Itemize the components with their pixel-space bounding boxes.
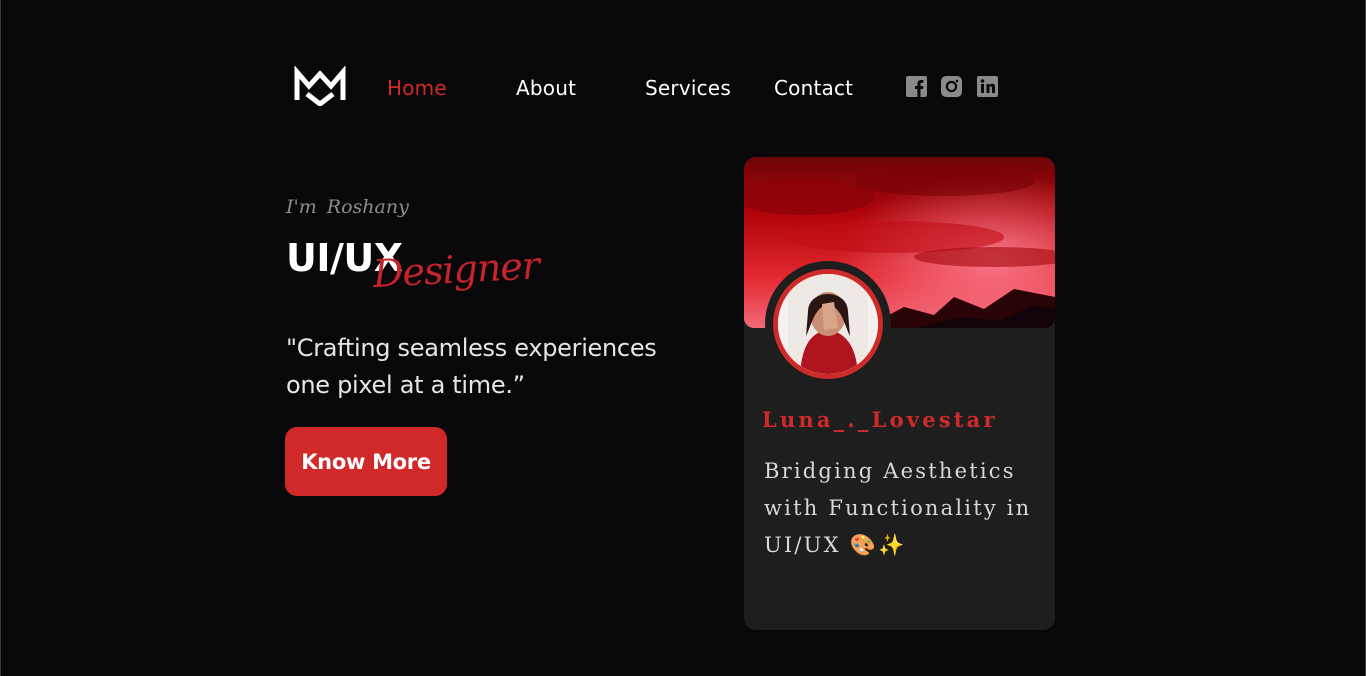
nav-contact-link[interactable]: Contact bbox=[774, 76, 853, 100]
know-more-button[interactable]: Know More bbox=[285, 427, 447, 496]
page-frame: Home About Services Contact I'm Roshany … bbox=[0, 0, 1366, 676]
instagram-icon[interactable] bbox=[941, 76, 962, 97]
nav-about-link[interactable]: About bbox=[516, 76, 576, 100]
intro-text: I'm Roshany bbox=[286, 196, 409, 218]
avatar-photo bbox=[778, 274, 878, 374]
nav-services-link[interactable]: Services bbox=[645, 76, 731, 100]
logo-icon[interactable] bbox=[294, 66, 346, 106]
profile-card: Luna_._Lovestar Bridging Aesthetics with… bbox=[744, 157, 1055, 630]
nav-home-link[interactable]: Home bbox=[387, 76, 447, 100]
avatar-ring bbox=[765, 261, 891, 387]
avatar[interactable] bbox=[773, 269, 883, 379]
profile-handle: Luna_._Lovestar bbox=[762, 407, 998, 432]
hero-tagline: "Crafting seamless experiences one pixel… bbox=[286, 334, 657, 399]
linkedin-icon[interactable] bbox=[977, 76, 998, 97]
hero-title-script: Designer bbox=[371, 243, 540, 296]
facebook-icon[interactable] bbox=[906, 76, 927, 97]
profile-bio: Bridging Aesthetics with Functionality i… bbox=[764, 459, 1032, 557]
